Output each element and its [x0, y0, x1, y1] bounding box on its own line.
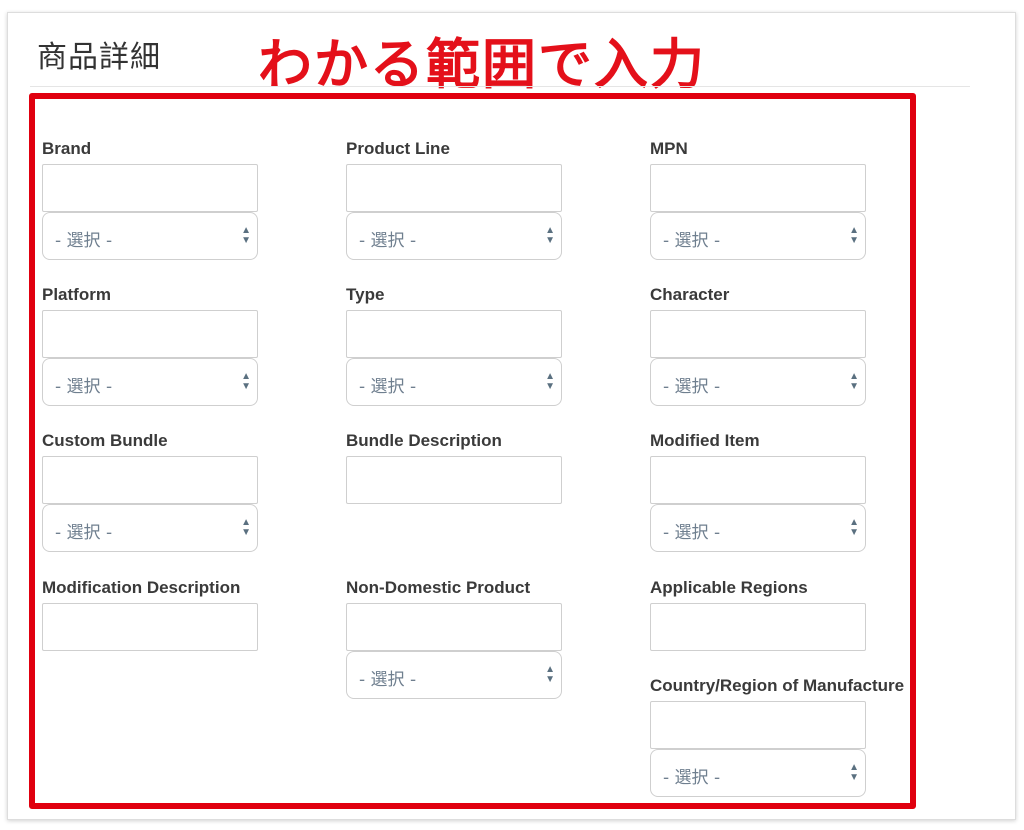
non-domestic-product-select[interactable]: - 選択 - ▲ ▼	[346, 651, 562, 699]
field-character: Character - 選択 - ▲ ▼	[650, 285, 868, 406]
select-value: - 選択 -	[359, 377, 417, 397]
mpn-select[interactable]: - 選択 - ▲ ▼	[650, 212, 866, 260]
select-value: - 選択 -	[55, 377, 113, 397]
type-select[interactable]: - 選択 - ▲ ▼	[346, 358, 562, 406]
select-value: - 選択 -	[55, 231, 113, 251]
field-label: Type	[346, 285, 385, 304]
field-modification-description: Modification Description	[42, 578, 260, 651]
select-arrows-icon: ▲ ▼	[849, 517, 859, 538]
character-select[interactable]: - 選択 - ▲ ▼	[650, 358, 866, 406]
field-label: Character	[650, 285, 730, 304]
field-country-region-of-manufacture: Country/Region of Manufacture - 選択 - ▲ ▼	[650, 676, 905, 797]
field-platform: Platform - 選択 - ▲ ▼	[42, 285, 260, 406]
select-arrows-icon: ▲ ▼	[849, 371, 859, 392]
select-arrows-icon: ▲ ▼	[849, 225, 859, 246]
field-label: Bundle Description	[346, 431, 502, 450]
field-applicable-regions: Applicable Regions	[650, 578, 868, 651]
modified-item-select[interactable]: - 選択 - ▲ ▼	[650, 504, 866, 552]
platform-select[interactable]: - 選択 - ▲ ▼	[42, 358, 258, 406]
select-arrows-icon: ▲ ▼	[241, 371, 251, 392]
product-line-input[interactable]	[346, 164, 562, 212]
field-type: Type - 選択 - ▲ ▼	[346, 285, 564, 406]
select-arrows-icon: ▲ ▼	[545, 371, 555, 392]
country-region-of-manufacture-select[interactable]: - 選択 - ▲ ▼	[650, 749, 866, 797]
select-value: - 選択 -	[663, 377, 721, 397]
title-divider	[30, 86, 970, 87]
mpn-input[interactable]	[650, 164, 866, 212]
field-label: Platform	[42, 285, 111, 304]
field-label: Applicable Regions	[650, 578, 808, 597]
product-line-select[interactable]: - 選択 - ▲ ▼	[346, 212, 562, 260]
select-arrows-icon: ▲ ▼	[545, 225, 555, 246]
field-bundle-description: Bundle Description	[346, 431, 564, 504]
select-value: - 選択 -	[663, 523, 721, 543]
field-label: Country/Region of Manufacture	[650, 676, 905, 695]
brand-input[interactable]	[42, 164, 258, 212]
field-label: Custom Bundle	[42, 431, 168, 450]
select-arrows-icon: ▲ ▼	[241, 517, 251, 538]
field-label: MPN	[650, 139, 688, 158]
country-region-of-manufacture-input[interactable]	[650, 701, 866, 749]
select-value: - 選択 -	[663, 231, 721, 251]
applicable-regions-input[interactable]	[650, 603, 866, 651]
bundle-description-input[interactable]	[346, 456, 562, 504]
select-arrows-icon: ▲ ▼	[241, 225, 251, 246]
character-input[interactable]	[650, 310, 866, 358]
field-label: Modification Description	[42, 578, 241, 597]
field-mpn: MPN - 選択 - ▲ ▼	[650, 139, 868, 260]
select-arrows-icon: ▲ ▼	[545, 664, 555, 685]
section-title: 商品詳細	[37, 40, 161, 75]
field-label: Modified Item	[650, 431, 760, 450]
field-label: Product Line	[346, 139, 450, 158]
select-arrows-icon: ▲ ▼	[849, 762, 859, 783]
select-value: - 選択 -	[55, 523, 113, 543]
field-brand: Brand - 選択 - ▲ ▼	[42, 139, 260, 260]
field-product-line: Product Line - 選択 - ▲ ▼	[346, 139, 564, 260]
type-input[interactable]	[346, 310, 562, 358]
annotation-text: わかる範囲で入力	[258, 33, 706, 96]
platform-input[interactable]	[42, 310, 258, 358]
modification-description-input[interactable]	[42, 603, 258, 651]
field-custom-bundle: Custom Bundle - 選択 - ▲ ▼	[42, 431, 260, 552]
field-label: Non-Domestic Product	[346, 578, 531, 597]
select-value: - 選択 -	[359, 231, 417, 251]
field-label: Brand	[42, 139, 92, 158]
brand-select[interactable]: - 選択 - ▲ ▼	[42, 212, 258, 260]
field-non-domestic-product: Non-Domestic Product - 選択 - ▲ ▼	[346, 578, 564, 699]
non-domestic-product-input[interactable]	[346, 603, 562, 651]
modified-item-input[interactable]	[650, 456, 866, 504]
select-value: - 選択 -	[663, 768, 721, 788]
field-modified-item: Modified Item - 選択 - ▲ ▼	[650, 431, 868, 552]
custom-bundle-input[interactable]	[42, 456, 258, 504]
select-value: - 選択 -	[359, 670, 417, 690]
custom-bundle-select[interactable]: - 選択 - ▲ ▼	[42, 504, 258, 552]
